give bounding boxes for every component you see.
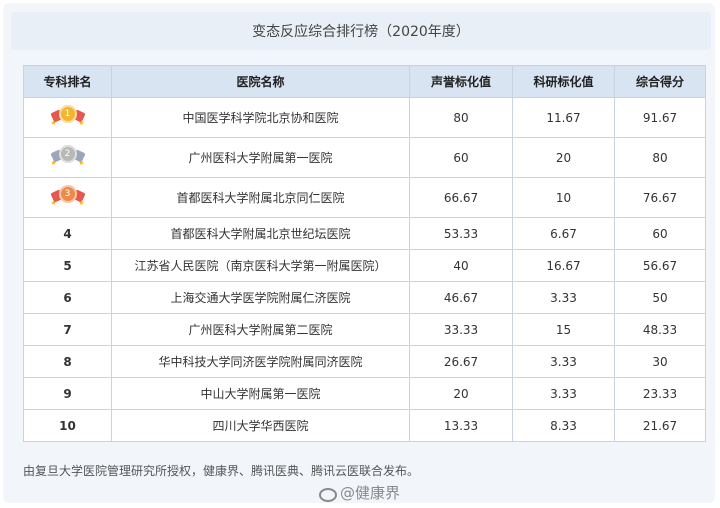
research-cell: 10 [512,177,615,218]
gold-medal-icon: 1 ★ ★ [49,103,86,129]
score-cell: 48.33 [614,313,706,346]
page-title: 变态反应综合排行榜（2020年度） [11,12,711,50]
silver-medal-icon: 2 ★ ★ [49,143,86,169]
reputation-cell: 13.33 [409,409,513,442]
hospital-name-cell: 广州医科大学附属第二医院 [111,313,410,346]
reputation-cell: 46.67 [409,281,513,314]
reputation-cell: 40 [409,249,513,282]
score-cell: 60 [614,217,706,250]
hospital-name-cell: 首都医科大学附属北京同仁医院 [111,177,410,218]
reputation-cell: 26.67 [409,345,513,378]
reputation-cell: 80 [409,97,513,138]
rank-cell: 9 [23,377,112,410]
table-row: 4 首都医科大学附属北京世纪坛医院 53.33 6.67 60 [23,217,706,250]
table-row: 9 中山大学附属第一医院 20 3.33 23.33 [23,377,706,410]
table-row: 3 ★ ★ 首都医科大学附属北京同仁医院 66.67 10 76.67 [23,177,706,218]
header-research: 科研标化值 [512,65,615,98]
rank-cell: 2 ★ ★ [23,137,112,178]
table-row: 7 广州医科大学附属第二医院 33.33 15 48.33 [23,313,706,346]
table-row: 1 ★ ★ 中国医学科学院北京协和医院 80 11.67 91.67 [23,97,706,138]
hospital-name-cell: 中山大学附属第一医院 [111,377,410,410]
table-row: 10 四川大学华西医院 13.33 8.33 21.67 [23,409,706,442]
rank-cell: 5 [23,249,112,282]
ranking-table: 专科排名 医院名称 声誉标化值 科研标化值 综合得分 1 ★ ★ 中国医学科学院北京协… [23,65,706,442]
ranking-table-wrapper: 专科排名 医院名称 声誉标化值 科研标化值 综合得分 1 ★ ★ 中国医学科学院北京协… [23,65,706,442]
research-cell: 3.33 [512,345,615,378]
rank-cell: 8 [23,345,112,378]
research-cell: 20 [512,137,615,178]
hospital-name-cell: 上海交通大学医学院附属仁济医院 [111,281,410,314]
table-row: 5 江苏省人民医院（南京医科大学第一附属医院） 40 16.67 56.67 [23,249,706,282]
header-hospital: 医院名称 [111,65,410,98]
research-cell: 8.33 [512,409,615,442]
weibo-icon [318,486,337,502]
watermark-text: @健康界 [340,484,401,502]
rank-cell: 1 ★ ★ [23,97,112,138]
table-body: 1 ★ ★ 中国医学科学院北京协和医院 80 11.67 91.67 2 ★ ★ 广州医科大学附属第… [23,97,706,442]
table-header-row: 专科排名 医院名称 声誉标化值 科研标化值 综合得分 [23,65,706,98]
research-cell: 6.67 [512,217,615,250]
hospital-name-cell: 广州医科大学附属第一医院 [111,137,410,178]
header-reputation: 声誉标化值 [409,65,513,98]
score-cell: 76.67 [614,177,706,218]
reputation-cell: 20 [409,377,513,410]
header-score: 综合得分 [614,65,706,98]
ranking-card: 变态反应综合排行榜（2020年度） 专科排名 医院名称 声誉标化值 科研标化值 … [3,3,715,503]
reputation-cell: 60 [409,137,513,178]
watermark: @健康界 [318,482,400,503]
reputation-cell: 66.67 [409,177,513,218]
reputation-cell: 33.33 [409,313,513,346]
table-row: 8 华中科技大学同济医学院附属同济医院 26.67 3.33 30 [23,345,706,378]
source-note: 由复旦大学医院管理研究所授权，健康界、腾讯医典、腾讯云医联合发布。 [23,464,420,478]
research-cell: 11.67 [512,97,615,138]
research-cell: 3.33 [512,281,615,314]
hospital-name-cell: 中国医学科学院北京协和医院 [111,97,410,138]
score-cell: 30 [614,345,706,378]
score-cell: 80 [614,137,706,178]
hospital-name-cell: 首都医科大学附属北京世纪坛医院 [111,217,410,250]
research-cell: 16.67 [512,249,615,282]
score-cell: 21.67 [614,409,706,442]
rank-cell: 4 [23,217,112,250]
rank-cell: 10 [23,409,112,442]
rank-cell: 3 ★ ★ [23,177,112,218]
table-row: 6 上海交通大学医学院附属仁济医院 46.67 3.33 50 [23,281,706,314]
header-rank: 专科排名 [23,65,112,98]
hospital-name-cell: 华中科技大学同济医学院附属同济医院 [111,345,410,378]
bronze-medal-icon: 3 ★ ★ [49,183,86,209]
hospital-name-cell: 四川大学华西医院 [111,409,410,442]
research-cell: 3.33 [512,377,615,410]
reputation-cell: 53.33 [409,217,513,250]
hospital-name-cell: 江苏省人民医院（南京医科大学第一附属医院） [111,249,410,282]
research-cell: 15 [512,313,615,346]
rank-cell: 6 [23,281,112,314]
table-row: 2 ★ ★ 广州医科大学附属第一医院 60 20 80 [23,137,706,178]
score-cell: 23.33 [614,377,706,410]
rank-cell: 7 [23,313,112,346]
score-cell: 56.67 [614,249,706,282]
score-cell: 50 [614,281,706,314]
score-cell: 91.67 [614,97,706,138]
